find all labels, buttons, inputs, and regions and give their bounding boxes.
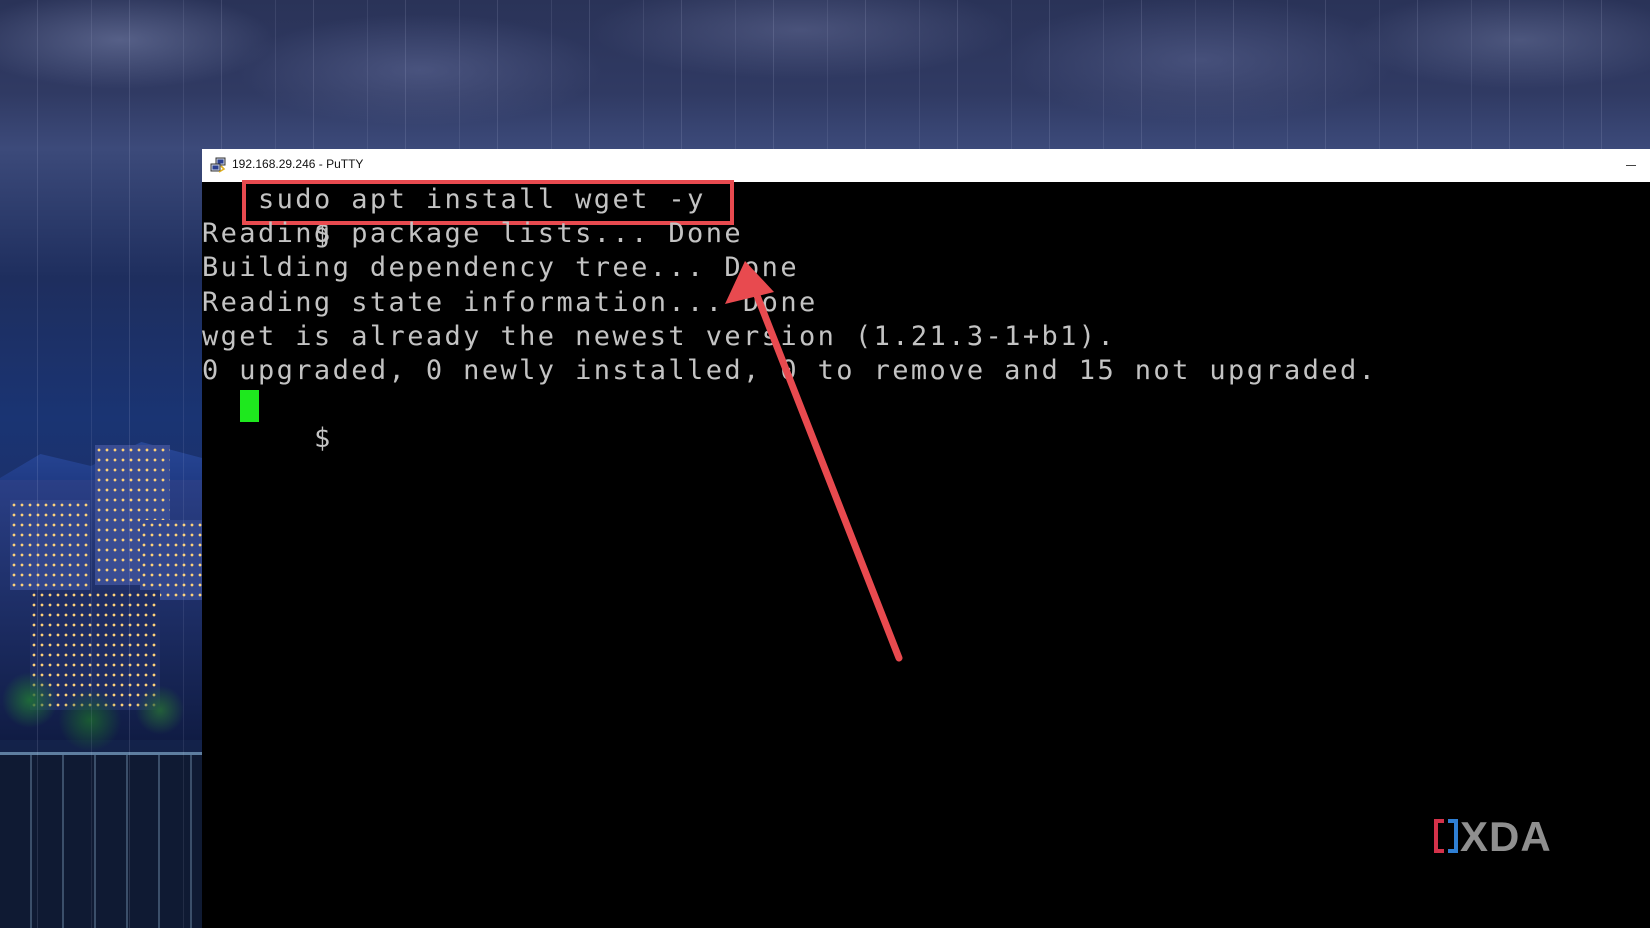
putty-icon[interactable]	[210, 157, 226, 173]
output-line: Reading package lists... Done	[202, 218, 744, 249]
window-title: 192.168.29.246 - PuTTY	[232, 157, 364, 171]
xda-watermark: XDA	[1434, 813, 1594, 865]
terminal-screen[interactable]: $ sudo apt install wget -y Reading packa…	[202, 180, 1650, 928]
output-line: Building dependency tree... Done	[202, 252, 799, 283]
typed-command: sudo apt install wget -y	[258, 184, 706, 215]
output-line: wget is already the newest version (1.21…	[202, 321, 1117, 352]
xda-logo-text: XDA	[1460, 813, 1552, 860]
shell-prompt: $	[313, 423, 333, 454]
output-line: Reading state information... Done	[202, 287, 818, 318]
output-line: 0 upgraded, 0 newly installed, 0 to remo…	[202, 355, 1378, 386]
xda-logo-bracket-right	[1448, 819, 1458, 853]
final-prompt-line: $	[202, 388, 333, 454]
terminal-cursor	[240, 390, 259, 422]
xda-logo-bracket-left	[1434, 819, 1444, 853]
putty-window[interactable]: 192.168.29.246 - PuTTY $ sudo apt instal…	[202, 149, 1650, 928]
minimize-icon[interactable]	[1624, 158, 1638, 172]
window-titlebar[interactable]: 192.168.29.246 - PuTTY	[202, 149, 1650, 183]
